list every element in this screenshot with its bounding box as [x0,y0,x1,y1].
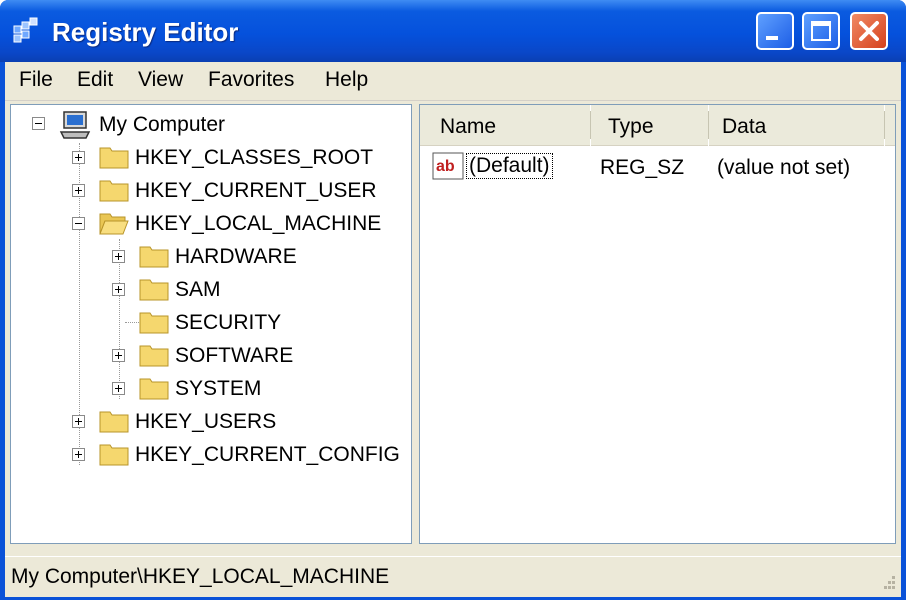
expand-toggle[interactable] [72,448,85,461]
minimize-icon [766,36,778,40]
tree-item-software[interactable]: SOFTWARE [175,344,293,368]
svg-text:ab: ab [436,158,455,175]
title-bar[interactable]: Registry Editor [0,0,906,62]
menu-view[interactable]: View [138,68,183,92]
tree-item-hkey-current-config[interactable]: HKEY_CURRENT_CONFIG [135,443,400,467]
client-area: File Edit View Favorites Help My Compute… [5,62,901,597]
resize-grip-icon[interactable] [877,573,897,593]
tree-item-security[interactable]: SECURITY [175,311,281,335]
column-header-label: Name [440,115,497,138]
open-folder-icon [99,213,129,235]
menu-help[interactable]: Help [325,68,368,92]
folder-icon [99,411,129,433]
column-header-label: Type [608,115,654,138]
status-path: My Computer\HKEY_LOCAL_MACHINE [11,565,390,588]
list-row[interactable]: ab (Default) REG_SZ (value not set) [420,149,895,185]
value-name-cell[interactable]: (Default) [466,153,553,179]
value-type-cell: REG_SZ [600,156,685,179]
collapse-toggle[interactable] [32,117,45,130]
column-header-name[interactable]: Name [420,105,590,146]
menu-edit[interactable]: Edit [77,68,113,92]
close-button[interactable] [850,12,888,50]
tree-item-hkey-local-machine[interactable]: HKEY_LOCAL_MACHINE [135,212,381,236]
tree-guide-line [119,239,120,399]
expand-toggle[interactable] [112,283,125,296]
value-data-cell: (value not set) [717,156,851,179]
window-title: Registry Editor [52,17,239,47]
column-header-type[interactable]: Type [591,105,708,146]
expand-toggle[interactable] [112,382,125,395]
expand-toggle[interactable] [72,151,85,164]
tree-item-hkey-users[interactable]: HKEY_USERS [135,410,276,434]
tree-item-sam[interactable]: SAM [175,278,221,302]
menu-file[interactable]: File [19,68,53,92]
tree-item-my-computer[interactable]: My Computer [99,113,225,137]
folder-icon [139,345,169,367]
tree-item-hkey-classes-root[interactable]: HKEY_CLASSES_ROOT [135,146,373,170]
menu-bar: File Edit View Favorites Help [5,62,901,101]
tree-item-system[interactable]: SYSTEM [175,377,261,401]
menu-favorites[interactable]: Favorites [208,68,294,92]
expand-toggle[interactable] [112,250,125,263]
folder-icon [99,147,129,169]
maximize-icon [811,21,831,41]
column-header-data[interactable]: Data [709,105,884,146]
values-list-pane[interactable]: Name Type Data ab (Default) REG_SZ (valu… [419,104,896,544]
folder-icon [139,279,169,301]
maximize-button[interactable] [802,12,840,50]
string-value-icon: ab [432,152,464,180]
folder-icon [139,246,169,268]
tree-item-hardware[interactable]: HARDWARE [175,245,297,269]
status-bar: My Computer\HKEY_LOCAL_MACHINE [5,556,901,597]
registry-editor-icon [13,17,38,43]
column-header-filler [885,105,895,146]
folder-icon [139,312,169,334]
folder-icon [139,378,169,400]
tree-item-hkey-current-user[interactable]: HKEY_CURRENT_USER [135,179,377,203]
folder-icon [99,444,129,466]
minimize-button[interactable] [756,12,794,50]
registry-editor-window: Registry Editor File Edit View Favorites… [0,0,906,600]
my-computer-icon [59,111,91,139]
column-header-label: Data [722,115,767,138]
folder-icon [99,180,129,202]
key-tree-pane[interactable]: My Computer HKEY_CLASSES_ROOT HKEY_CURRE… [10,104,412,544]
close-icon [859,21,879,41]
expand-toggle[interactable] [112,349,125,362]
expand-toggle[interactable] [72,184,85,197]
collapse-toggle[interactable] [72,217,85,230]
expand-toggle[interactable] [72,415,85,428]
